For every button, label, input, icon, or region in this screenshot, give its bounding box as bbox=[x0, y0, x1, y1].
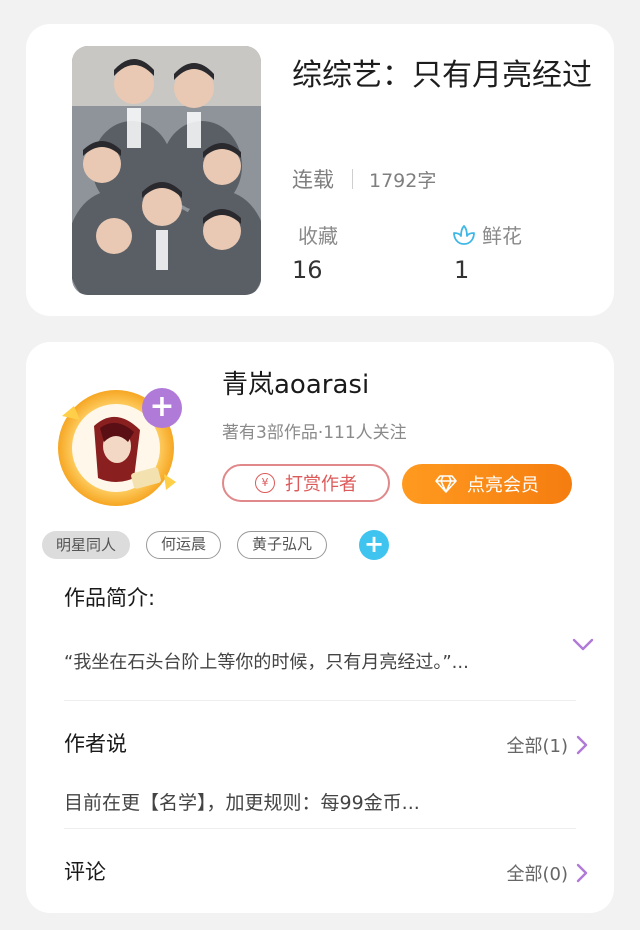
comments-more-link[interactable]: 全部(0) bbox=[507, 860, 589, 886]
chevron-right-icon bbox=[576, 863, 588, 883]
tag-item[interactable]: 明星同人 bbox=[42, 531, 131, 559]
reward-author-label: 打赏作者 bbox=[285, 474, 357, 495]
follow-author-button[interactable]: + bbox=[142, 388, 182, 428]
comments-title: 评论 bbox=[64, 860, 106, 884]
author-say-title: 作者说 bbox=[64, 732, 127, 756]
add-tag-button[interactable]: + bbox=[359, 530, 390, 560]
meta-divider bbox=[352, 169, 353, 189]
book-info-card: 综综艺：只有月亮经过 连载 1792字 收藏 16 鲜花 1 bbox=[26, 24, 614, 316]
book-title: 综综艺：只有月亮经过 bbox=[292, 58, 592, 93]
tag-item[interactable]: 黄子弘凡 bbox=[237, 531, 328, 559]
book-meta: 连载 1792字 bbox=[292, 164, 436, 194]
flowers-label-text: 鲜花 bbox=[482, 224, 522, 248]
flower-icon bbox=[453, 224, 475, 245]
favorites-label-text: 收藏 bbox=[298, 224, 338, 248]
chevron-down-icon[interactable] bbox=[572, 638, 594, 652]
flowers-label[interactable]: 鲜花 bbox=[452, 220, 522, 249]
author-say-more-label: 全部(1) bbox=[506, 736, 569, 757]
cover-photo bbox=[72, 46, 261, 295]
favorites-label[interactable]: 收藏 bbox=[298, 220, 338, 249]
intro-text[interactable]: “我坐在石头台阶上等你的时候，只有月亮经过。”... bbox=[64, 648, 554, 674]
author-meta: 著有3部作品·111人关注 bbox=[222, 423, 407, 443]
divider bbox=[64, 828, 576, 829]
comments-more-label: 全部(0) bbox=[506, 864, 569, 885]
tag-list: 明星同人 何运晨 黄子弘凡 + bbox=[42, 530, 390, 560]
author-name[interactable]: 青岚aoarasi bbox=[222, 364, 369, 401]
favorites-count: 16 bbox=[292, 256, 323, 284]
book-status: 连载 bbox=[292, 168, 334, 192]
author-say-text[interactable]: 目前在更【名学】，加更规则：每99金币... bbox=[64, 788, 420, 815]
activate-vip-label: 点亮会员 bbox=[467, 475, 539, 496]
flowers-count: 1 bbox=[454, 256, 470, 284]
coin-icon: ¥ bbox=[255, 473, 275, 493]
tag-item[interactable]: 何运晨 bbox=[146, 531, 222, 559]
author-say-more-link[interactable]: 全部(1) bbox=[507, 732, 589, 758]
intro-title: 作品简介: bbox=[64, 586, 156, 610]
divider bbox=[64, 700, 576, 701]
activate-vip-button[interactable]: 点亮会员 bbox=[402, 464, 572, 504]
word-count: 1792字 bbox=[369, 169, 437, 192]
book-detail-card: + 青岚aoarasi 著有3部作品·111人关注 ¥ 打赏作者 点亮会员 明星… bbox=[26, 342, 614, 913]
book-cover-image[interactable] bbox=[72, 46, 261, 295]
chevron-right-icon bbox=[576, 735, 588, 755]
reward-author-button[interactable]: ¥ 打赏作者 bbox=[222, 464, 390, 502]
diamond-icon bbox=[435, 475, 457, 493]
